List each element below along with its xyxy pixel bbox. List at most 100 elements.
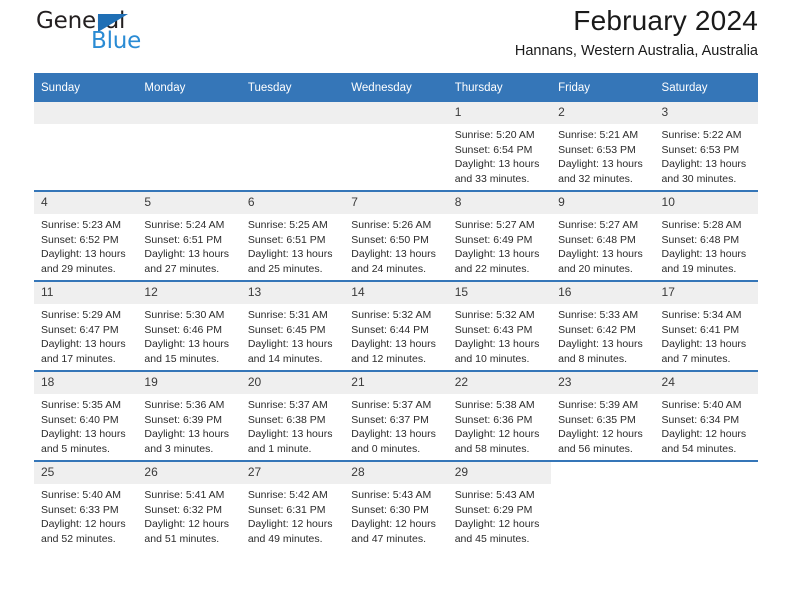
sunrise-text: Sunrise: 5:41 AM bbox=[144, 489, 225, 501]
calendar-day-cell[interactable]: 28 Sunrise: 5:43 AM Sunset: 6:30 PM Dayligh… bbox=[344, 460, 448, 550]
daylight-text-line1: Daylight: 13 hours bbox=[144, 338, 230, 351]
calendar-day-number: 10 bbox=[654, 192, 758, 214]
calendar-day-details: Sunrise: 5:21 AM Sunset: 6:53 PM Daylight:… bbox=[551, 124, 654, 186]
sunset-text: Sunset: 6:47 PM bbox=[41, 323, 119, 336]
sunset-text: Sunset: 6:50 PM bbox=[351, 233, 429, 246]
sunset-text: Sunset: 6:43 PM bbox=[454, 323, 533, 336]
calendar-day-cell[interactable]: 1 Sunrise: 5:20 AM Sunset: 6:54 PM Daylight… bbox=[447, 102, 552, 191]
calendar-day-cell[interactable]: 2 Sunrise: 5:21 AM Sunset: 6:53 PM Daylight… bbox=[551, 102, 655, 191]
sunrise-text: Sunrise: 5:36 AM bbox=[144, 399, 225, 411]
calendar-day-cell[interactable]: 10 Sunrise: 5:28 AM Sunset: 6:48 PM Dayligh… bbox=[654, 190, 758, 281]
calendar-day-details: Sunrise: 5:24 AM Sunset: 6:51 PM Daylight:… bbox=[137, 214, 240, 276]
sunrise-text: Sunrise: 5:24 AM bbox=[144, 219, 225, 231]
calendar-day-cell[interactable]: 18 Sunrise: 5:35 AM Sunset: 6:40 PM Dayligh… bbox=[34, 370, 138, 461]
calendar-day-details: Sunrise: 5:22 AM Sunset: 6:53 PM Daylight:… bbox=[655, 124, 758, 186]
logo-text-blue: Blue bbox=[91, 28, 142, 54]
daylight-text-line1: Daylight: 13 hours bbox=[558, 158, 643, 171]
weekday-header-friday: Friday bbox=[551, 73, 655, 102]
daylight-text-line2: and 7 minutes. bbox=[661, 352, 731, 365]
calendar-day-number bbox=[344, 102, 448, 124]
calendar-day-cell[interactable]: 21 Sunrise: 5:37 AM Sunset: 6:37 PM Dayligh… bbox=[344, 370, 448, 461]
calendar-day-number: 28 bbox=[344, 462, 448, 484]
calendar-day-cell[interactable]: 17 Sunrise: 5:34 AM Sunset: 6:41 PM Dayligh… bbox=[654, 280, 758, 371]
calendar-day-cell[interactable]: 4 Sunrise: 5:23 AM Sunset: 6:52 PM Daylight… bbox=[34, 190, 138, 281]
sunrise-text: Sunrise: 5:25 AM bbox=[247, 219, 328, 231]
calendar-day-number: 12 bbox=[137, 282, 241, 304]
title-block: February 2024 Hannans, Western Australia… bbox=[515, 0, 758, 62]
calendar-day-cell[interactable]: 13 Sunrise: 5:31 AM Sunset: 6:45 PM Dayligh… bbox=[240, 280, 345, 371]
sunset-text: Sunset: 6:39 PM bbox=[144, 413, 223, 426]
sunset-text: Sunset: 6:42 PM bbox=[558, 323, 636, 336]
calendar-day-cell[interactable]: 5 Sunrise: 5:24 AM Sunset: 6:51 PM Daylight… bbox=[137, 190, 241, 281]
calendar-day-cell-empty bbox=[344, 102, 448, 191]
sunset-text: Sunset: 6:30 PM bbox=[351, 503, 429, 516]
sunset-text: Sunset: 6:52 PM bbox=[41, 233, 119, 246]
calendar-day-number: 9 bbox=[551, 192, 655, 214]
calendar-day-cell[interactable]: 26 Sunrise: 5:41 AM Sunset: 6:32 PM Dayligh… bbox=[137, 460, 241, 550]
sunrise-text: Sunrise: 5:31 AM bbox=[247, 309, 328, 321]
calendar-day-details: Sunrise: 5:38 AM Sunset: 6:36 PM Daylight:… bbox=[448, 394, 551, 456]
daylight-text-line2: and 32 minutes. bbox=[558, 172, 633, 185]
calendar-day-cell[interactable]: 8 Sunrise: 5:27 AM Sunset: 6:49 PM Daylight… bbox=[447, 190, 552, 281]
sunrise-text: Sunrise: 5:32 AM bbox=[351, 309, 432, 321]
calendar-day-cell[interactable]: 29 Sunrise: 5:43 AM Sunset: 6:29 PM Dayligh… bbox=[447, 460, 552, 550]
daylight-text-line2: and 30 minutes. bbox=[661, 172, 737, 185]
calendar-day-cell[interactable]: 6 Sunrise: 5:25 AM Sunset: 6:51 PM Daylight… bbox=[240, 190, 345, 281]
daylight-text-line2: and 51 minutes. bbox=[144, 532, 220, 545]
calendar-day-cell[interactable]: 27 Sunrise: 5:42 AM Sunset: 6:31 PM Dayligh… bbox=[240, 460, 345, 550]
calendar-day-cell[interactable]: 23 Sunrise: 5:39 AM Sunset: 6:35 PM Dayligh… bbox=[551, 370, 655, 461]
sunset-text: Sunset: 6:48 PM bbox=[661, 233, 740, 246]
daylight-text-line1: Daylight: 13 hours bbox=[144, 248, 230, 261]
sunrise-text: Sunrise: 5:40 AM bbox=[661, 399, 742, 411]
page-header: General Blue February 2024 Hannans, West… bbox=[34, 0, 758, 73]
page-title: February 2024 bbox=[573, 5, 758, 36]
calendar-day-details: Sunrise: 5:27 AM Sunset: 6:49 PM Daylight:… bbox=[448, 214, 551, 276]
daylight-text-line1: Daylight: 13 hours bbox=[661, 248, 747, 261]
calendar-day-details: Sunrise: 5:34 AM Sunset: 6:41 PM Daylight:… bbox=[655, 304, 758, 366]
calendar-day-number: 3 bbox=[654, 102, 758, 124]
calendar-day-cell[interactable]: 11 Sunrise: 5:29 AM Sunset: 6:47 PM Dayligh… bbox=[34, 280, 138, 371]
calendar-day-cell[interactable]: 16 Sunrise: 5:33 AM Sunset: 6:42 PM Dayligh… bbox=[551, 280, 655, 371]
sunset-text: Sunset: 6:45 PM bbox=[247, 323, 326, 336]
calendar-day-number: 11 bbox=[34, 282, 138, 304]
daylight-text-line2: and 56 minutes. bbox=[558, 442, 633, 455]
calendar-day-cell[interactable]: 20 Sunrise: 5:37 AM Sunset: 6:38 PM Dayligh… bbox=[240, 370, 345, 461]
calendar-day-cell[interactable]: 12 Sunrise: 5:30 AM Sunset: 6:46 PM Dayligh… bbox=[137, 280, 241, 371]
daylight-text-line2: and 17 minutes. bbox=[41, 352, 116, 365]
sunrise-text: Sunrise: 5:30 AM bbox=[144, 309, 225, 321]
daylight-text-line1: Daylight: 12 hours bbox=[454, 518, 540, 531]
sunset-text: Sunset: 6:46 PM bbox=[144, 323, 223, 336]
calendar-day-cell[interactable]: 15 Sunrise: 5:32 AM Sunset: 6:43 PM Dayligh… bbox=[447, 280, 552, 371]
daylight-text-line2: and 19 minutes. bbox=[661, 262, 737, 275]
calendar-week-row: 4 Sunrise: 5:23 AM Sunset: 6:52 PM Daylight… bbox=[34, 190, 758, 281]
weekday-header-wednesday: Wednesday bbox=[344, 73, 448, 102]
calendar-day-cell[interactable]: 24 Sunrise: 5:40 AM Sunset: 6:34 PM Dayligh… bbox=[654, 370, 758, 461]
daylight-text-line2: and 22 minutes. bbox=[454, 262, 530, 275]
daylight-text-line2: and 12 minutes. bbox=[351, 352, 426, 365]
sunset-text: Sunset: 6:37 PM bbox=[351, 413, 429, 426]
calendar-day-cell[interactable]: 14 Sunrise: 5:32 AM Sunset: 6:44 PM Dayligh… bbox=[344, 280, 448, 371]
calendar-day-details: Sunrise: 5:36 AM Sunset: 6:39 PM Daylight:… bbox=[137, 394, 240, 456]
calendar-day-number: 18 bbox=[34, 372, 138, 394]
sunrise-text: Sunrise: 5:38 AM bbox=[454, 399, 535, 411]
calendar-day-cell[interactable]: 3 Sunrise: 5:22 AM Sunset: 6:53 PM Daylight… bbox=[654, 102, 758, 191]
calendar-day-details: Sunrise: 5:39 AM Sunset: 6:35 PM Daylight:… bbox=[551, 394, 654, 456]
calendar-day-cell[interactable]: 19 Sunrise: 5:36 AM Sunset: 6:39 PM Dayligh… bbox=[137, 370, 241, 461]
calendar-day-number bbox=[34, 102, 138, 124]
calendar-day-cell[interactable]: 9 Sunrise: 5:27 AM Sunset: 6:48 PM Daylight… bbox=[551, 190, 655, 281]
calendar-day-details: Sunrise: 5:33 AM Sunset: 6:42 PM Daylight:… bbox=[551, 304, 654, 366]
location-subtitle: Hannans, Western Australia, Australia bbox=[514, 43, 758, 59]
calendar-day-number: 22 bbox=[447, 372, 552, 394]
daylight-text-line2: and 45 minutes. bbox=[454, 532, 530, 545]
calendar-day-details: Sunrise: 5:43 AM Sunset: 6:30 PM Daylight:… bbox=[344, 484, 447, 546]
daylight-text-line1: Daylight: 13 hours bbox=[247, 428, 333, 441]
sunset-text: Sunset: 6:44 PM bbox=[351, 323, 429, 336]
general-blue-logo[interactable]: General Blue bbox=[34, 8, 244, 60]
calendar-day-cell[interactable]: 7 Sunrise: 5:26 AM Sunset: 6:50 PM Daylight… bbox=[344, 190, 448, 281]
daylight-text-line2: and 49 minutes. bbox=[247, 532, 323, 545]
calendar-day-details: Sunrise: 5:37 AM Sunset: 6:37 PM Daylight:… bbox=[344, 394, 447, 456]
calendar-day-number: 4 bbox=[34, 192, 138, 214]
calendar-day-cell[interactable]: 25 Sunrise: 5:40 AM Sunset: 6:33 PM Dayligh… bbox=[34, 460, 138, 550]
sunrise-text: Sunrise: 5:29 AM bbox=[41, 309, 121, 321]
calendar-day-cell[interactable]: 22 Sunrise: 5:38 AM Sunset: 6:36 PM Dayligh… bbox=[447, 370, 552, 461]
